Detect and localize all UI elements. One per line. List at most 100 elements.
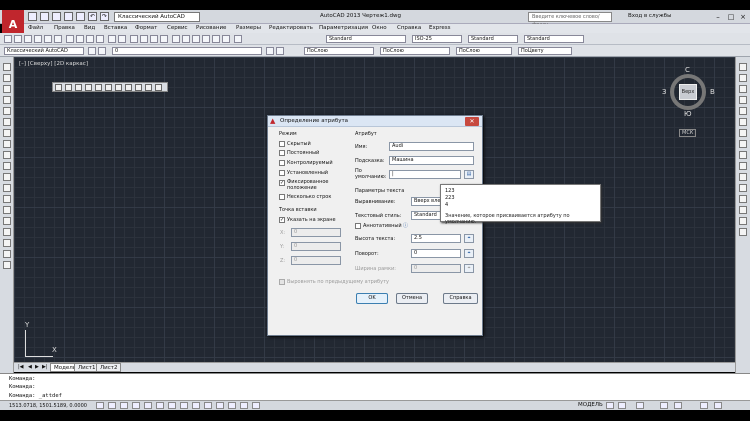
make-current-layer-icon[interactable]	[266, 47, 274, 55]
revision-cloud-icon[interactable]	[3, 140, 11, 148]
3d-object-snap-icon[interactable]	[168, 402, 176, 409]
sheet-set-icon[interactable]	[202, 35, 210, 43]
menu-tools[interactable]: Сервис	[167, 25, 188, 31]
transparency-icon[interactable]	[228, 402, 236, 409]
compass-south[interactable]: Ю	[684, 110, 692, 118]
menu-window[interactable]: Окно	[372, 25, 387, 31]
text-style-combo[interactable]: Standard	[326, 35, 406, 43]
specify-on-screen-checkbox[interactable]: ✓	[279, 217, 285, 223]
insert-block-icon[interactable]	[3, 184, 11, 192]
toolbar-icon-11[interactable]	[155, 84, 162, 91]
pan-icon[interactable]	[130, 35, 138, 43]
point-icon[interactable]	[3, 206, 11, 214]
arc-icon[interactable]	[3, 118, 11, 126]
default-value-field[interactable]: |	[389, 170, 461, 179]
mtext-icon[interactable]	[3, 261, 11, 269]
ellipse-arc-icon[interactable]	[3, 173, 11, 181]
gradient-icon[interactable]	[3, 228, 11, 236]
toolbar-icon-1[interactable]	[55, 84, 62, 91]
copy-icon[interactable]	[76, 35, 84, 43]
toolbar-icon-3[interactable]	[75, 84, 82, 91]
undo-icon[interactable]	[108, 35, 116, 43]
toolbar-icon-8[interactable]	[125, 84, 132, 91]
menu-insert[interactable]: Вставка	[104, 25, 127, 31]
toolbar-icon-9[interactable]	[135, 84, 142, 91]
stretch-icon[interactable]	[739, 151, 747, 159]
dim-style-combo[interactable]: ISO-25	[412, 35, 462, 43]
annotative-checkbox[interactable]	[355, 223, 361, 229]
mirror-icon[interactable]	[739, 85, 747, 93]
infer-constraints-icon[interactable]	[96, 402, 104, 409]
menu-parametric[interactable]: Параметризация	[319, 25, 368, 31]
workspace-settings-icon[interactable]	[88, 47, 96, 55]
x-field[interactable]: 0	[291, 228, 341, 237]
circle-icon[interactable]	[3, 129, 11, 137]
boundary-width-field[interactable]: 0	[411, 264, 461, 273]
clean-screen-icon[interactable]	[714, 402, 722, 409]
print-icon[interactable]	[34, 35, 42, 43]
tab-prev-icon[interactable]: ◀	[28, 364, 32, 370]
constant-checkbox[interactable]	[279, 150, 285, 156]
cut-icon[interactable]	[66, 35, 74, 43]
maximize-icon[interactable]: □	[725, 12, 737, 22]
dialog-close-button[interactable]: ✕	[465, 117, 479, 126]
polyline-icon[interactable]	[3, 85, 11, 93]
dynamic-ucs-icon[interactable]	[192, 402, 200, 409]
properties-icon[interactable]	[172, 35, 180, 43]
grid-display-icon[interactable]	[120, 402, 128, 409]
menu-edit[interactable]: Правка	[54, 25, 75, 31]
annotative-info-icon[interactable]: ⓘ	[403, 222, 408, 229]
preset-checkbox[interactable]	[279, 170, 285, 176]
command-input[interactable]: Команда: _attdef	[9, 393, 62, 399]
ortho-mode-icon[interactable]	[132, 402, 140, 409]
table-style-combo[interactable]: Standard	[468, 35, 518, 43]
join-icon[interactable]	[739, 195, 747, 203]
lock-icon[interactable]	[674, 402, 682, 409]
copy-object-icon[interactable]	[739, 74, 747, 82]
menu-help[interactable]: Справка	[397, 25, 421, 31]
multiple-lines-checkbox[interactable]	[279, 194, 285, 200]
lineweight-icon[interactable]	[216, 402, 224, 409]
pick-height-icon[interactable]: ⌖	[464, 234, 474, 243]
close-icon[interactable]: ×	[737, 12, 749, 22]
verify-checkbox[interactable]	[279, 160, 285, 166]
zoom-previous-icon[interactable]	[160, 35, 168, 43]
menu-modify[interactable]: Редактировать	[269, 25, 313, 31]
sign-in-services[interactable]: Вход в службы	[628, 13, 671, 19]
workspace-select[interactable]: Классический AutoCAD	[114, 12, 200, 22]
toolbar-icon-4[interactable]	[85, 84, 92, 91]
layer-previous-icon[interactable]	[276, 47, 284, 55]
match-properties-icon[interactable]	[96, 35, 104, 43]
open-file-icon[interactable]	[40, 12, 49, 21]
workspace-combo[interactable]: Классический AutoCAD	[4, 47, 84, 55]
color-combo[interactable]: ПоСлою	[304, 47, 374, 55]
tab-last-icon[interactable]: ▶|	[42, 364, 48, 370]
tool-palettes-icon[interactable]	[192, 35, 200, 43]
workspace-switching-icon[interactable]	[660, 402, 668, 409]
text-height-field[interactable]: 2.5	[411, 234, 461, 243]
region-icon[interactable]	[3, 239, 11, 247]
save-icon[interactable]	[52, 12, 61, 21]
trim-icon[interactable]	[739, 162, 747, 170]
compass-north[interactable]: С	[685, 66, 690, 74]
annotation-scale-icon[interactable]	[636, 402, 644, 409]
menu-view[interactable]: Вид	[84, 25, 95, 31]
offset-icon[interactable]	[739, 96, 747, 104]
design-center-icon[interactable]	[182, 35, 190, 43]
make-block-icon[interactable]	[3, 195, 11, 203]
command-line[interactable]: Команда: Команда: Команда: _attdef	[0, 373, 750, 400]
quick-properties-icon[interactable]	[240, 402, 248, 409]
pick-boundary-icon[interactable]: ⌖	[464, 264, 474, 273]
table-icon[interactable]	[3, 250, 11, 258]
object-snap-icon[interactable]	[156, 402, 164, 409]
rectangle-icon[interactable]	[3, 107, 11, 115]
new-file-icon[interactable]	[28, 12, 37, 21]
isolate-objects-icon[interactable]	[700, 402, 708, 409]
wcs-menu[interactable]: МСК	[679, 129, 697, 137]
publish-icon[interactable]	[54, 35, 62, 43]
cancel-button[interactable]: Отмена	[396, 293, 428, 304]
lock-position-checkbox[interactable]: ✓	[279, 180, 285, 186]
tab-next-icon[interactable]: ▶	[35, 364, 39, 370]
construction-line-icon[interactable]	[3, 74, 11, 82]
polar-tracking-icon[interactable]	[144, 402, 152, 409]
